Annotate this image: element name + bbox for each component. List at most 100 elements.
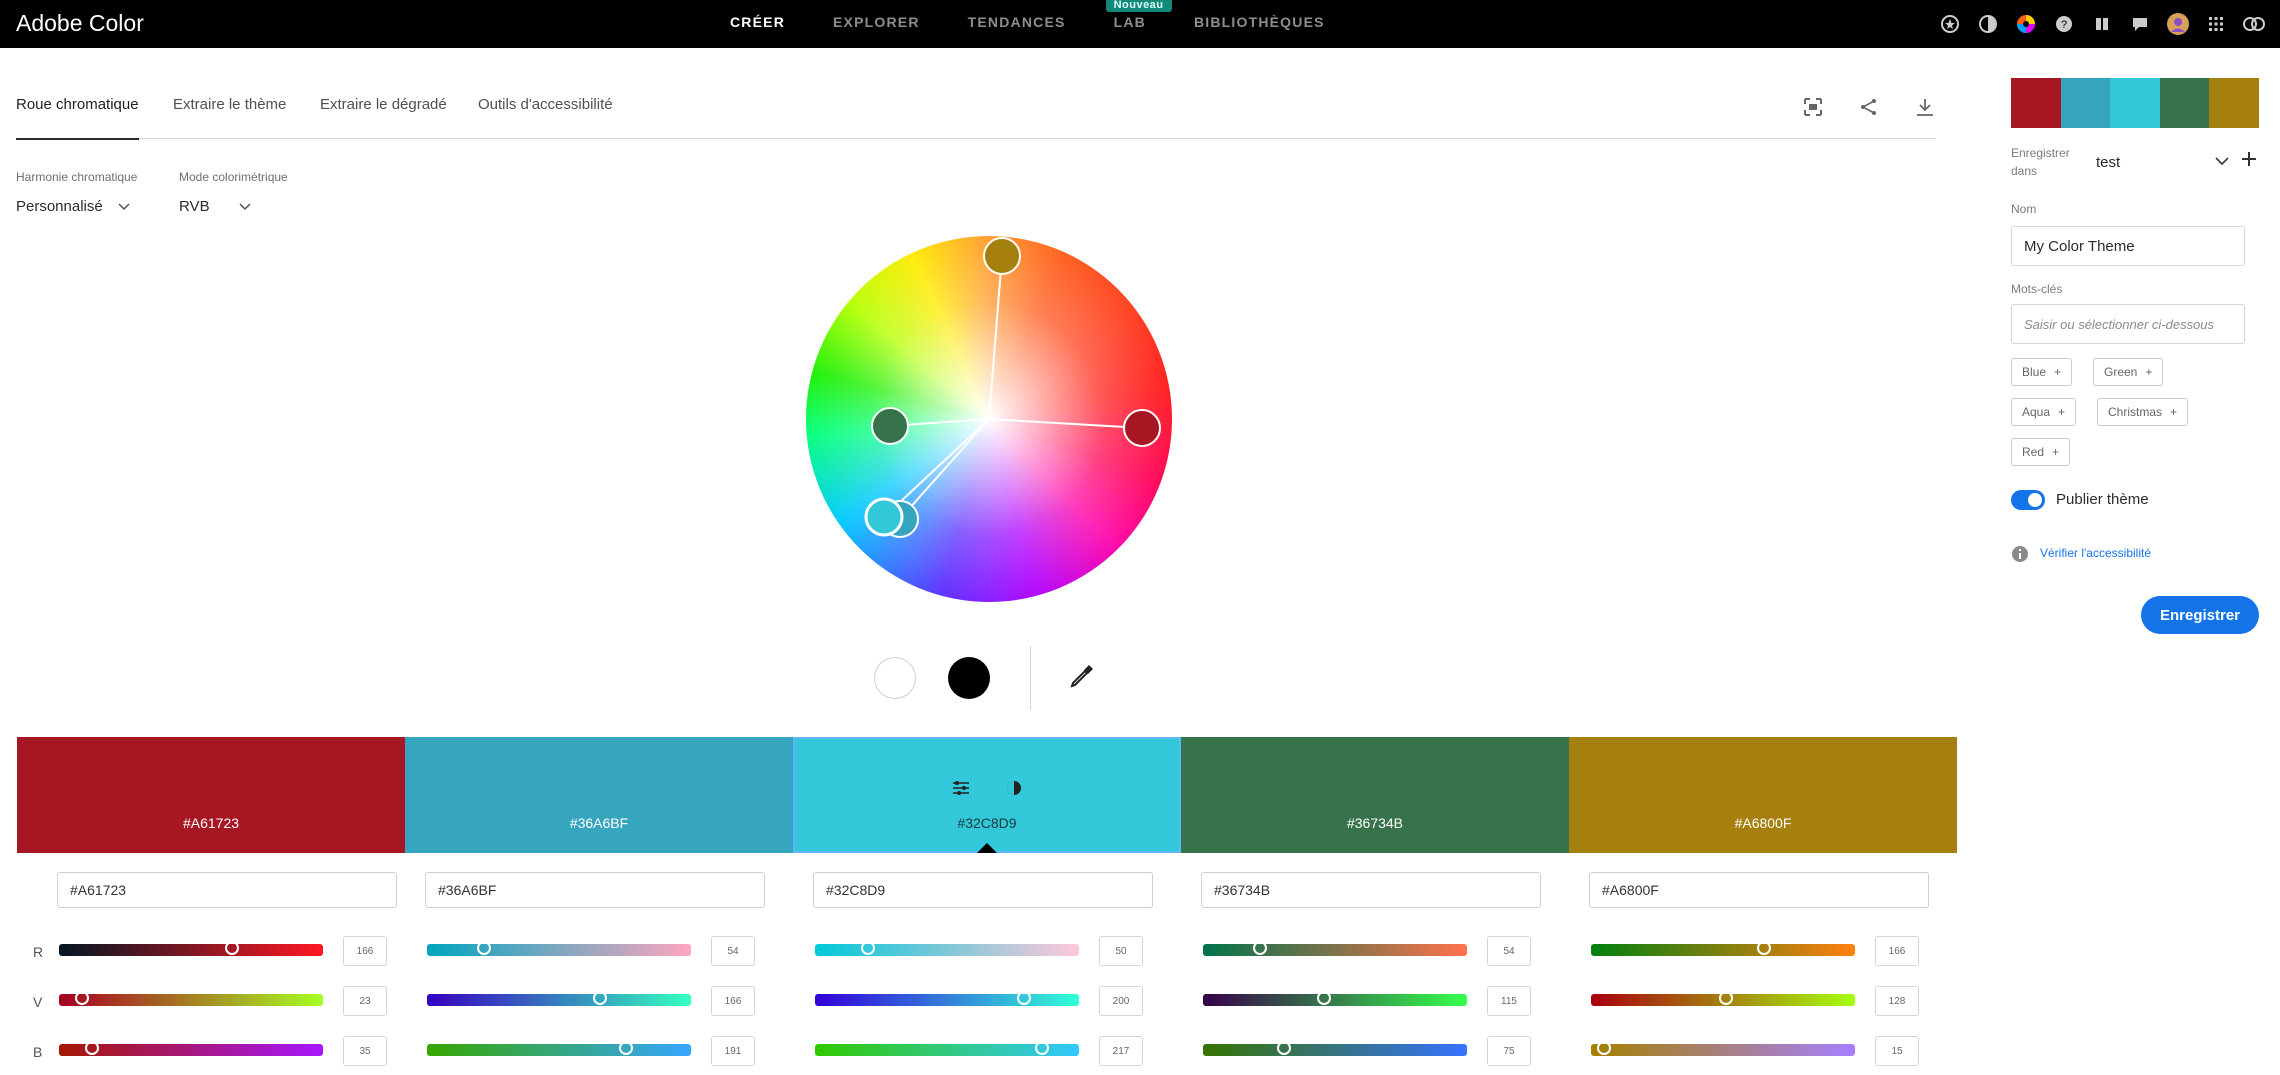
value-b[interactable]: 217 <box>1099 1036 1143 1066</box>
slider-knob[interactable] <box>1317 991 1331 1005</box>
tag-blue[interactable]: Blue + <box>2011 358 2073 386</box>
tab-roue-chromatique[interactable]: Roue chromatique <box>16 96 139 140</box>
accessibility-link[interactable]: Vérifier l'accessibilité <box>2040 546 2151 560</box>
chevron-down-icon[interactable] <box>2214 154 2230 172</box>
swatch-2[interactable]: #36A6BF <box>405 737 793 853</box>
swatch-1[interactable]: #A61723 <box>17 737 405 853</box>
value-b[interactable]: 75 <box>1487 1036 1531 1066</box>
value-r[interactable]: 166 <box>343 936 387 966</box>
slider-r[interactable] <box>1591 941 1855 956</box>
harmony-dropdown[interactable]: Personnalisé <box>16 198 131 215</box>
slider-knob[interactable] <box>1277 1041 1291 1055</box>
slider-v[interactable] <box>1591 991 1855 1006</box>
nav-item-lab[interactable]: Nouveau LAB <box>1105 0 1172 30</box>
value-b[interactable]: 35 <box>343 1036 387 1066</box>
tab-extraire-degrade[interactable]: Extraire le dégradé <box>320 96 447 138</box>
color-wheel-icon[interactable] <box>2014 12 2038 36</box>
slider-v[interactable] <box>427 991 691 1006</box>
svg-text:?: ? <box>2061 19 2067 31</box>
publish-toggle[interactable] <box>2011 490 2045 510</box>
slider-v[interactable] <box>1203 991 1467 1006</box>
sliders-icon[interactable] <box>951 779 971 800</box>
contrast-icon[interactable] <box>1005 779 1023 800</box>
value-b[interactable]: 15 <box>1875 1036 1919 1066</box>
book-icon[interactable] <box>2090 12 2114 36</box>
nav-item-bibliotheques[interactable]: BIBLIOTHÈQUES <box>1194 14 1325 30</box>
hex-input[interactable] <box>425 872 765 908</box>
swatch-3[interactable]: #32C8D9 <box>793 737 1181 853</box>
slider-knob[interactable] <box>1035 1041 1049 1055</box>
hex-input[interactable] <box>813 872 1153 908</box>
slider-knob[interactable] <box>1017 991 1031 1005</box>
slider-knob[interactable] <box>225 941 239 955</box>
value-v[interactable]: 115 <box>1487 986 1531 1016</box>
slider-knob[interactable] <box>1719 991 1733 1005</box>
download-icon[interactable] <box>1914 96 1936 123</box>
value-v[interactable]: 166 <box>711 986 755 1016</box>
star-icon[interactable] <box>1938 12 1962 36</box>
color-mode-dropdown[interactable]: RVB <box>179 198 252 215</box>
tag-christmas[interactable]: Christmas + <box>2097 398 2189 426</box>
library-select[interactable]: test <box>2096 154 2120 171</box>
contrast-icon[interactable] <box>1976 12 2000 36</box>
nav-item-creer[interactable]: CRÉER <box>730 14 785 30</box>
keywords-input[interactable]: Saisir ou sélectionner ci-dessous <box>2011 304 2245 344</box>
slider-r[interactable] <box>1203 941 1467 956</box>
color-wheel[interactable] <box>806 236 1172 602</box>
slider-b[interactable] <box>1591 1041 1855 1056</box>
theme-name-input[interactable]: My Color Theme <box>2011 226 2245 266</box>
value-r[interactable]: 166 <box>1875 936 1919 966</box>
slider-b[interactable] <box>815 1041 1079 1056</box>
slider-r[interactable] <box>427 941 691 956</box>
tag-green[interactable]: Green + <box>2093 358 2164 386</box>
hex-input[interactable] <box>1201 872 1541 908</box>
slider-knob[interactable] <box>593 991 607 1005</box>
add-library-icon[interactable] <box>2240 150 2258 173</box>
value-v[interactable]: 23 <box>343 986 387 1016</box>
value-v[interactable]: 128 <box>1875 986 1919 1016</box>
eyedropper-icon[interactable] <box>1067 661 1097 696</box>
app-title[interactable]: Adobe Color <box>16 10 144 37</box>
value-v[interactable]: 200 <box>1099 986 1143 1016</box>
help-icon[interactable]: ? <box>2052 12 2076 36</box>
tag-aqua[interactable]: Aqua + <box>2011 398 2077 426</box>
value-r[interactable]: 54 <box>711 936 755 966</box>
slider-knob[interactable] <box>619 1041 633 1055</box>
fullscreen-icon[interactable] <box>1802 96 1824 123</box>
nav-item-tendances[interactable]: TENDANCES <box>968 14 1066 30</box>
value-b[interactable]: 191 <box>711 1036 755 1066</box>
slider-b[interactable] <box>59 1041 323 1056</box>
value-r[interactable]: 50 <box>1099 936 1143 966</box>
nav-item-explorer[interactable]: EXPLORER <box>833 14 920 30</box>
slider-r[interactable] <box>59 941 323 956</box>
slider-r[interactable] <box>815 941 1079 956</box>
chat-icon[interactable] <box>2128 12 2152 36</box>
swatch-4[interactable]: #36734B <box>1181 737 1569 853</box>
creative-cloud-icon[interactable] <box>2242 12 2266 36</box>
share-icon[interactable] <box>1858 96 1880 123</box>
slider-b[interactable] <box>427 1041 691 1056</box>
value-r[interactable]: 54 <box>1487 936 1531 966</box>
slider-knob[interactable] <box>1597 1041 1611 1055</box>
slider-v[interactable] <box>59 991 323 1006</box>
swatch-5[interactable]: #A6800F <box>1569 737 1957 853</box>
tab-outils-accessibilite[interactable]: Outils d'accessibilité <box>478 96 613 138</box>
white-preset-button[interactable] <box>874 657 916 699</box>
apps-grid-icon[interactable] <box>2204 12 2228 36</box>
avatar[interactable] <box>2166 12 2190 36</box>
wheel-handles <box>864 237 1161 538</box>
slider-b[interactable] <box>1203 1041 1467 1056</box>
tab-extraire-theme[interactable]: Extraire le thème <box>173 96 286 138</box>
slider-knob[interactable] <box>861 941 875 955</box>
slider-knob[interactable] <box>477 941 491 955</box>
black-preset-button[interactable] <box>948 657 990 699</box>
slider-knob[interactable] <box>85 1041 99 1055</box>
slider-knob[interactable] <box>1253 941 1267 955</box>
tag-red[interactable]: Red + <box>2011 438 2071 466</box>
slider-knob[interactable] <box>1757 941 1771 955</box>
hex-input[interactable] <box>1589 872 1929 908</box>
slider-v[interactable] <box>815 991 1079 1006</box>
save-button[interactable]: Enregistrer <box>2141 596 2259 634</box>
hex-input[interactable] <box>57 872 397 908</box>
slider-knob[interactable] <box>75 991 89 1005</box>
